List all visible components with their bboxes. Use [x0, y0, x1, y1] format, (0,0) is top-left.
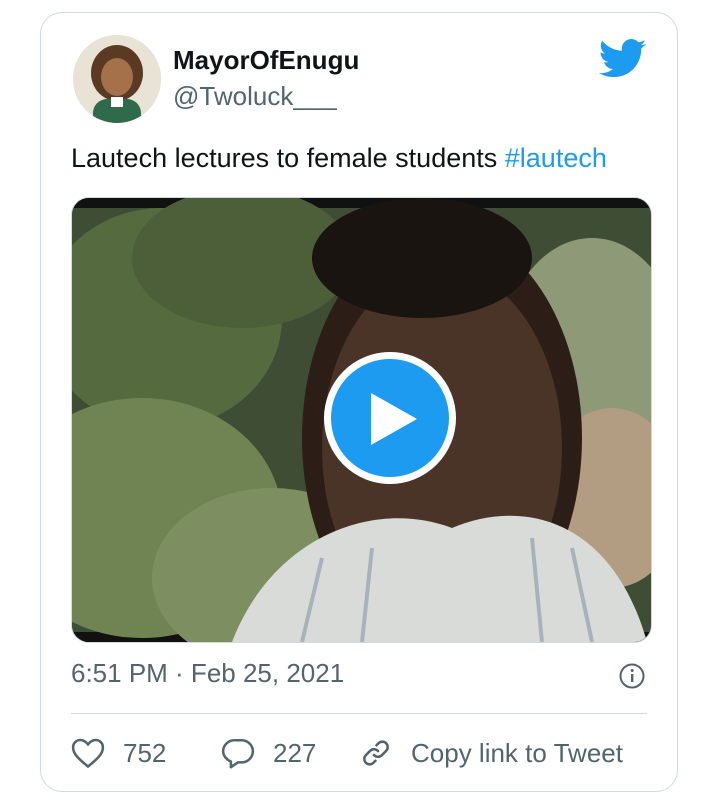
avatar-image [73, 35, 161, 123]
reply-count: 227 [273, 737, 317, 768]
copy-link-button[interactable]: Copy link to Tweet [359, 733, 623, 773]
tweet-timestamp[interactable]: 6:51 PM · Feb 25, 2021 [71, 658, 344, 689]
author-name[interactable]: MayorOfEnugu [173, 45, 359, 76]
info-icon[interactable] [619, 663, 645, 689]
link-icon [363, 740, 389, 766]
tweet-card[interactable]: MayorOfEnugu @Twoluck___ Lautech lecture… [40, 12, 678, 792]
reply-bubble-icon [221, 738, 255, 769]
divider [71, 713, 647, 714]
like-button[interactable]: 752 [71, 733, 166, 773]
play-button[interactable] [324, 352, 456, 484]
reply-button[interactable]: 227 [221, 733, 316, 773]
tweet-body: Lautech lectures to female students [71, 143, 505, 173]
video-player[interactable] [71, 197, 652, 643]
play-icon [371, 393, 417, 445]
hashtag-link[interactable]: #lautech [505, 143, 607, 173]
like-count: 752 [123, 737, 167, 768]
twitter-bird-icon[interactable] [599, 39, 647, 79]
copy-link-label: Copy link to Tweet [411, 737, 623, 768]
tweet-text: Lautech lectures to female students #lau… [71, 143, 607, 174]
author-handle[interactable]: @Twoluck___ [173, 81, 337, 112]
avatar[interactable] [73, 35, 161, 123]
heart-icon [71, 738, 105, 769]
